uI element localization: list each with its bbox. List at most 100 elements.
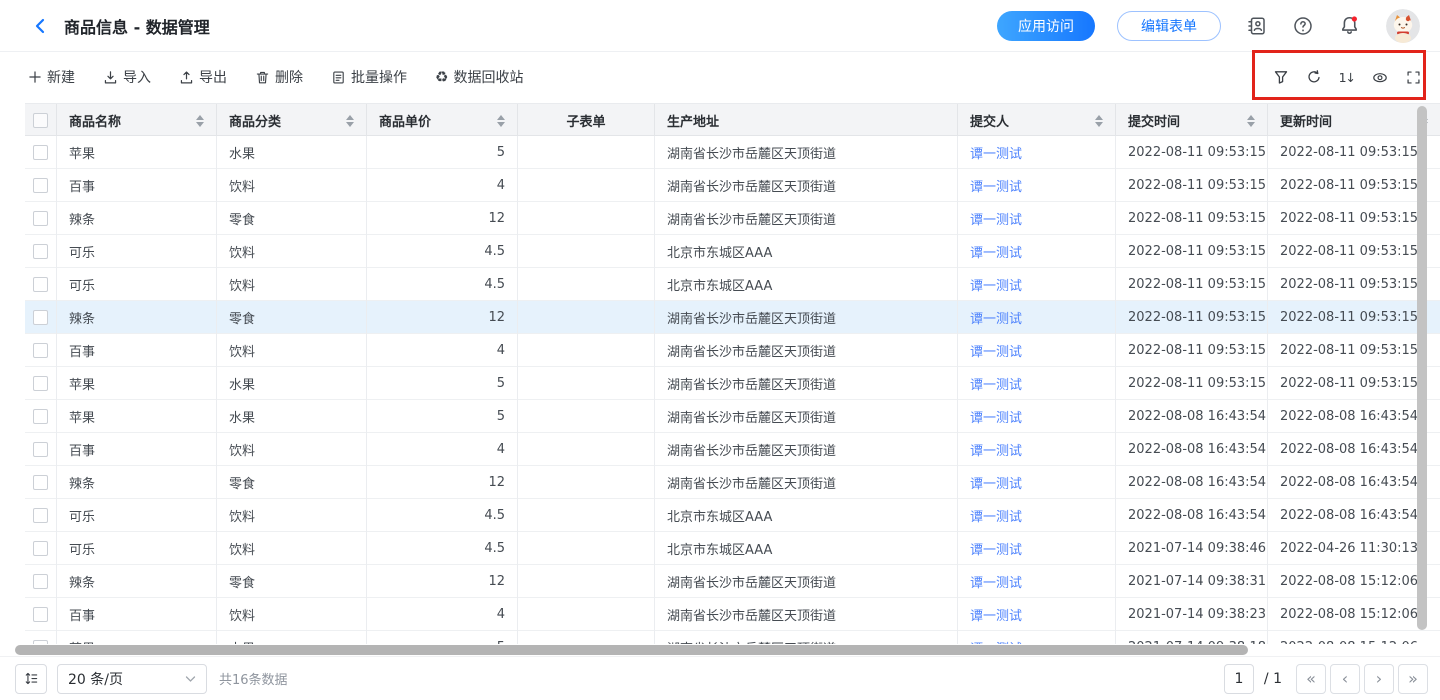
data-table: 商品名称 商品分类 商品单价 子表单 生产地址 提交人 提交时间	[25, 103, 1440, 644]
cell-address: 湖南省长沙市岳麓区天顶街道	[655, 169, 958, 202]
contacts-icon[interactable]	[1247, 16, 1267, 36]
app-access-button[interactable]: 应用访问	[997, 11, 1095, 41]
batch-operation-button[interactable]: 批量操作	[331, 67, 407, 87]
table-row[interactable]: 苹果水果5湖南省长沙市岳麓区天顶街道谭一测试2022-08-11 09:53:1…	[25, 136, 1440, 169]
submitter-link[interactable]: 谭一测试	[970, 539, 1022, 558]
row-checkbox-cell	[25, 499, 57, 532]
avatar[interactable]	[1386, 9, 1420, 43]
row-checkbox[interactable]	[33, 574, 48, 589]
sort-carets-icon[interactable]	[196, 115, 204, 127]
delete-button[interactable]: 删除	[255, 67, 303, 87]
row-checkbox[interactable]	[33, 178, 48, 193]
table-row[interactable]: 苹果水果5湖南省长沙市岳麓区天顶街道谭一测试2022-08-08 16:43:5…	[25, 400, 1440, 433]
cell-product-name: 可乐	[57, 499, 217, 532]
table-row[interactable]: 可乐饮料4.5北京市东城区AAA谭一测试2022-08-11 09:53:152…	[25, 235, 1440, 268]
table-row[interactable]: 辣条零食12湖南省长沙市岳麓区天顶街道谭一测试2021-07-14 09:38:…	[25, 565, 1440, 598]
row-checkbox[interactable]	[33, 442, 48, 457]
edit-form-button[interactable]: 编辑表单	[1117, 11, 1221, 41]
table-row[interactable]: 百事饮料4湖南省长沙市岳麓区天顶街道谭一测试2022-08-11 09:53:1…	[25, 169, 1440, 202]
submitter-link[interactable]: 谭一测试	[970, 440, 1022, 459]
fullscreen-icon[interactable]	[1405, 69, 1421, 85]
cell-address: 湖南省长沙市岳麓区天顶街道	[655, 433, 958, 466]
table-row[interactable]: 百事饮料4湖南省长沙市岳麓区天顶街道谭一测试2021-07-14 09:38:2…	[25, 598, 1440, 631]
submitter-link[interactable]: 谭一测试	[970, 176, 1022, 195]
row-checkbox-cell	[25, 268, 57, 301]
submitter-link[interactable]: 谭一测试	[970, 242, 1022, 261]
column-label: 提交人	[970, 111, 1009, 130]
row-checkbox[interactable]	[33, 310, 48, 325]
row-checkbox[interactable]	[33, 508, 48, 523]
eye-icon[interactable]	[1372, 69, 1388, 85]
page-size-select[interactable]: 20 条/页	[57, 664, 207, 694]
table-row[interactable]: 苹果水果5湖南省长沙市岳麓区天顶街道谭一测试2022-08-11 09:53:1…	[25, 367, 1440, 400]
table-row[interactable]: 辣条零食12湖南省长沙市岳麓区天顶街道谭一测试2022-08-11 09:53:…	[25, 301, 1440, 334]
table-row[interactable]: 百事饮料4湖南省长沙市岳麓区天顶街道谭一测试2022-08-11 09:53:1…	[25, 334, 1440, 367]
cell-address: 湖南省长沙市岳麓区天顶街道	[655, 136, 958, 169]
table-row[interactable]: 可乐饮料4.5北京市东城区AAA谭一测试2022-08-11 09:53:152…	[25, 268, 1440, 301]
first-page-button[interactable]: «	[1296, 664, 1326, 694]
row-checkbox[interactable]	[33, 409, 48, 424]
submitter-link[interactable]: 谭一测试	[970, 407, 1022, 426]
submitter-link[interactable]: 谭一测试	[970, 209, 1022, 228]
table-row[interactable]: 苹果水果5湖南省长沙市岳麓区天顶街道谭一测试2021-07-14 09:38:1…	[25, 631, 1440, 644]
column-header-submit-time[interactable]: 提交时间	[1116, 104, 1268, 137]
filter-icon[interactable]	[1273, 69, 1289, 85]
last-page-button[interactable]: »	[1398, 664, 1428, 694]
next-page-button[interactable]: ›	[1364, 664, 1394, 694]
submitter-link[interactable]: 谭一测试	[970, 374, 1022, 393]
table-row[interactable]: 辣条零食12湖南省长沙市岳麓区天顶街道谭一测试2022-08-08 16:43:…	[25, 466, 1440, 499]
column-header-product-name[interactable]: 商品名称	[57, 104, 217, 137]
horizontal-scrollbar[interactable]	[15, 645, 1248, 655]
sort-carets-icon[interactable]	[1247, 115, 1255, 127]
row-checkbox[interactable]	[33, 277, 48, 292]
submitter-link[interactable]: 谭一测试	[970, 605, 1022, 624]
submitter-link[interactable]: 谭一测试	[970, 308, 1022, 327]
recycle-bin-button[interactable]: ♻ 数据回收站	[435, 67, 523, 87]
sort-icon[interactable]: 1↓	[1339, 69, 1355, 85]
cell-submitter: 谭一测试	[958, 565, 1116, 598]
row-checkbox[interactable]	[33, 475, 48, 490]
row-height-button[interactable]	[15, 664, 47, 694]
bell-icon[interactable]	[1339, 15, 1360, 36]
submitter-link[interactable]: 谭一测试	[970, 572, 1022, 591]
submitter-link[interactable]: 谭一测试	[970, 473, 1022, 492]
vertical-scrollbar[interactable]	[1417, 106, 1427, 630]
sort-carets-icon[interactable]	[497, 115, 505, 127]
submitter-link[interactable]: 谭一测试	[970, 341, 1022, 360]
row-checkbox[interactable]	[33, 211, 48, 226]
column-header-price[interactable]: 商品单价	[367, 104, 518, 137]
cell-submitter: 谭一测试	[958, 367, 1116, 400]
submitter-link[interactable]: 谭一测试	[970, 638, 1022, 644]
new-button[interactable]: 新建	[28, 67, 75, 87]
current-page-input[interactable]: 1	[1224, 664, 1254, 694]
previous-page-button[interactable]: ‹	[1330, 664, 1360, 694]
column-header-category[interactable]: 商品分类	[217, 104, 367, 137]
row-checkbox[interactable]	[33, 376, 48, 391]
help-icon[interactable]	[1293, 16, 1313, 36]
row-checkbox[interactable]	[33, 343, 48, 358]
sort-carets-icon[interactable]	[346, 115, 354, 127]
trash-icon	[255, 70, 270, 85]
cell-address: 湖南省长沙市岳麓区天顶街道	[655, 400, 958, 433]
table-row[interactable]: 百事饮料4湖南省长沙市岳麓区天顶街道谭一测试2022-08-08 16:43:5…	[25, 433, 1440, 466]
refresh-icon[interactable]	[1306, 69, 1322, 85]
row-checkbox[interactable]	[33, 244, 48, 259]
submitter-link[interactable]: 谭一测试	[970, 506, 1022, 525]
export-button[interactable]: 导出	[179, 67, 227, 87]
column-header-update-time[interactable]: 更新时间	[1268, 104, 1440, 137]
column-header-submitter[interactable]: 提交人	[958, 104, 1116, 137]
row-checkbox[interactable]	[33, 640, 48, 644]
row-checkbox[interactable]	[33, 145, 48, 160]
import-button[interactable]: 导入	[103, 67, 151, 87]
sort-carets-icon[interactable]	[1095, 115, 1103, 127]
back-icon[interactable]	[32, 17, 50, 35]
row-checkbox[interactable]	[33, 607, 48, 622]
table-row[interactable]: 辣条零食12湖南省长沙市岳麓区天顶街道谭一测试2022-08-11 09:53:…	[25, 202, 1440, 235]
table-row[interactable]: 可乐饮料4.5北京市东城区AAA谭一测试2021-07-14 09:38:462…	[25, 532, 1440, 565]
submitter-link[interactable]: 谭一测试	[970, 143, 1022, 162]
select-all-checkbox[interactable]	[33, 113, 48, 128]
submitter-link[interactable]: 谭一测试	[970, 275, 1022, 294]
cell-price: 12	[367, 202, 518, 235]
row-checkbox[interactable]	[33, 541, 48, 556]
table-row[interactable]: 可乐饮料4.5北京市东城区AAA谭一测试2022-08-08 16:43:542…	[25, 499, 1440, 532]
